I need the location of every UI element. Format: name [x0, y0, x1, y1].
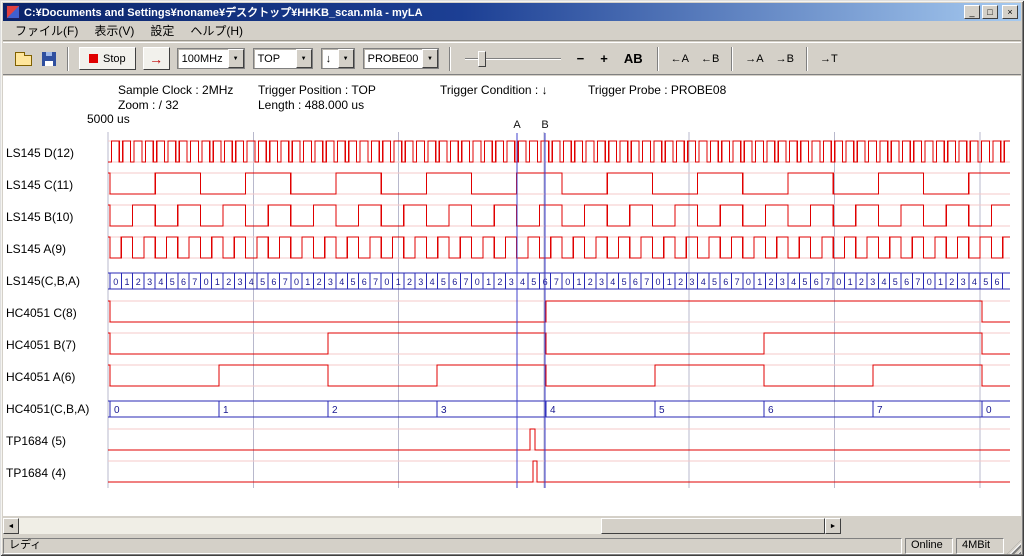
- chevron-down-icon[interactable]: ▼: [338, 49, 354, 68]
- status-memory: 4MBit: [956, 538, 1004, 554]
- window-buttons: _ □ ×: [964, 5, 1018, 19]
- stop-label: Stop: [103, 53, 126, 65]
- stop-icon: [89, 54, 98, 63]
- goto-cursor-a-right-button[interactable]: →A: [741, 49, 767, 69]
- open-folder-icon: [15, 55, 32, 66]
- titlebar[interactable]: C:¥Documents and Settings¥noname¥デスクトップ¥…: [3, 3, 1021, 21]
- zoom-out-button[interactable]: −: [571, 48, 591, 69]
- zoom-slider-thumb[interactable]: [478, 51, 486, 67]
- statusbar: レディ Online 4MBit: [3, 538, 1021, 554]
- trigger-probe-value: PROBE00: [364, 53, 423, 65]
- time-scale-label: 5000 us: [87, 112, 130, 126]
- scroll-right-arrow-icon[interactable]: ►: [825, 518, 841, 534]
- trigger-edge-select[interactable]: ↓ ▼: [321, 48, 355, 69]
- zoom-info: Zoom : / 32: [118, 98, 179, 112]
- toolbar-separator: [806, 47, 808, 71]
- menu-settings[interactable]: 設定: [142, 20, 182, 41]
- run-arrow-icon: →: [149, 51, 163, 67]
- close-button[interactable]: ×: [1002, 5, 1018, 19]
- status-online: Online: [905, 538, 953, 554]
- chevron-down-icon[interactable]: ▼: [228, 49, 244, 68]
- menu-view[interactable]: 表示(V): [86, 20, 142, 41]
- status-message: レディ: [3, 538, 902, 554]
- chevron-down-icon[interactable]: ▼: [296, 49, 312, 68]
- toolbar: Stop → 100MHz ▼ TOP ▼ ↓ ▼ PROBE00 ▼ − + …: [3, 42, 1021, 75]
- resize-grip[interactable]: [1007, 540, 1021, 554]
- goto-cursor-a-left-button[interactable]: ←A: [667, 49, 693, 69]
- save-icon: [42, 52, 56, 66]
- goto-trigger-button[interactable]: →T: [816, 49, 842, 69]
- waveform-panel: Sample Clock : 2MHz Trigger Position : T…: [3, 76, 1021, 516]
- menubar: ファイル(F) 表示(V) 設定 ヘルプ(H): [3, 21, 1021, 41]
- ab-button[interactable]: AB: [618, 48, 649, 69]
- stop-button[interactable]: Stop: [79, 47, 136, 70]
- chevron-down-icon[interactable]: ▼: [422, 49, 437, 68]
- goto-cursor-b-right-button[interactable]: →B: [772, 49, 798, 69]
- sample-clock-select[interactable]: 100MHz ▼: [177, 48, 245, 69]
- scroll-left-arrow-icon[interactable]: ◄: [3, 518, 19, 534]
- minimize-button[interactable]: _: [964, 5, 980, 19]
- menu-file[interactable]: ファイル(F): [7, 20, 86, 41]
- toolbar-separator: [731, 47, 733, 71]
- app-icon: [6, 5, 20, 19]
- scroll-band: ◄ ►: [3, 516, 1021, 537]
- horizontal-scrollbar[interactable]: ◄ ►: [3, 518, 841, 534]
- toolbar-separator: [657, 47, 659, 71]
- goto-cursor-b-left-button[interactable]: ←B: [697, 49, 723, 69]
- scrollbar-thumb[interactable]: [601, 518, 825, 534]
- trigger-position-info: Trigger Position : TOP: [258, 83, 376, 97]
- maximize-button[interactable]: □: [982, 5, 998, 19]
- trigger-probe-select[interactable]: PROBE00 ▼: [363, 48, 439, 69]
- menu-help[interactable]: ヘルプ(H): [182, 20, 251, 41]
- open-button[interactable]: [11, 47, 36, 71]
- sample-clock-value: 100MHz: [178, 53, 227, 65]
- trigger-position-select[interactable]: TOP ▼: [253, 48, 313, 69]
- toolbar-separator: [449, 47, 451, 71]
- trigger-position-value: TOP: [254, 53, 284, 65]
- window-title: C:¥Documents and Settings¥noname¥デスクトップ¥…: [24, 4, 964, 20]
- trigger-edge-value: ↓: [322, 53, 336, 65]
- zoom-in-button[interactable]: +: [594, 48, 614, 69]
- toolbar-separator: [67, 47, 69, 71]
- trigger-condition-info: Trigger Condition : ↓: [440, 83, 548, 97]
- app-window: C:¥Documents and Settings¥noname¥デスクトップ¥…: [0, 0, 1024, 556]
- trigger-probe-info: Trigger Probe : PROBE08: [588, 83, 726, 97]
- length-info: Length : 488.000 us: [258, 98, 364, 112]
- zoom-slider[interactable]: [465, 49, 561, 69]
- run-button[interactable]: →: [143, 47, 170, 70]
- save-button[interactable]: [36, 47, 61, 71]
- sample-clock-info: Sample Clock : 2MHz: [118, 83, 233, 97]
